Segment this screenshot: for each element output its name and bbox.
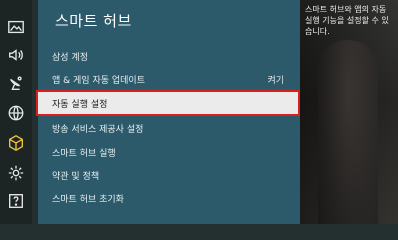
menu-item-label: 약관 및 정책 <box>52 172 100 182</box>
menu-item-label: 방송 서비스 제공사 설정 <box>52 125 144 135</box>
broadcast-icon[interactable] <box>5 72 27 94</box>
menu-item-reset-smart-hub[interactable]: 스마트 허브 초기화 <box>38 187 300 209</box>
support-icon[interactable] <box>5 190 27 212</box>
menu-item-label: 삼성 계정 <box>52 53 88 63</box>
menu-item-terms-policy[interactable]: 약관 및 정책 <box>38 164 300 186</box>
sound-icon[interactable] <box>5 44 27 66</box>
network-icon[interactable] <box>5 102 27 124</box>
menu-item-broadcast-provider[interactable]: 방송 서비스 제공사 설정 <box>38 117 300 139</box>
menu-item-autorun-settings[interactable]: 자동 실행 설정 <box>36 90 300 116</box>
menu-item-label: 앱 & 게임 자동 업데이트 <box>52 76 145 86</box>
system-icon[interactable] <box>5 162 27 184</box>
menu-item-samsung-account[interactable]: 삼성 계정 <box>38 45 300 67</box>
help-description: 스마트 허브와 앱의 자동 실행 기능을 설정할 수 있습니다. <box>305 5 389 36</box>
panel-title: 스마트 허브 <box>55 12 132 30</box>
menu-item-label: 자동 실행 설정 <box>52 100 108 110</box>
smart-hub-icon[interactable] <box>5 132 27 154</box>
menu-item-value: 켜기 <box>267 76 284 86</box>
menu-item-label: 스마트 허브 초기화 <box>52 195 124 205</box>
settings-sidebar <box>0 0 32 224</box>
menu-item-label: 스마트 허브 실행 <box>52 149 116 159</box>
menu-item-run-smart-hub[interactable]: 스마트 허브 실행 <box>38 141 300 163</box>
smart-hub-panel: 스마트 허브 삼성 계정 앱 & 게임 자동 업데이트 켜기 자동 실행 설정 … <box>36 0 300 224</box>
menu-item-auto-update[interactable]: 앱 & 게임 자동 업데이트 켜기 <box>38 68 300 90</box>
picture-icon[interactable] <box>5 16 27 38</box>
